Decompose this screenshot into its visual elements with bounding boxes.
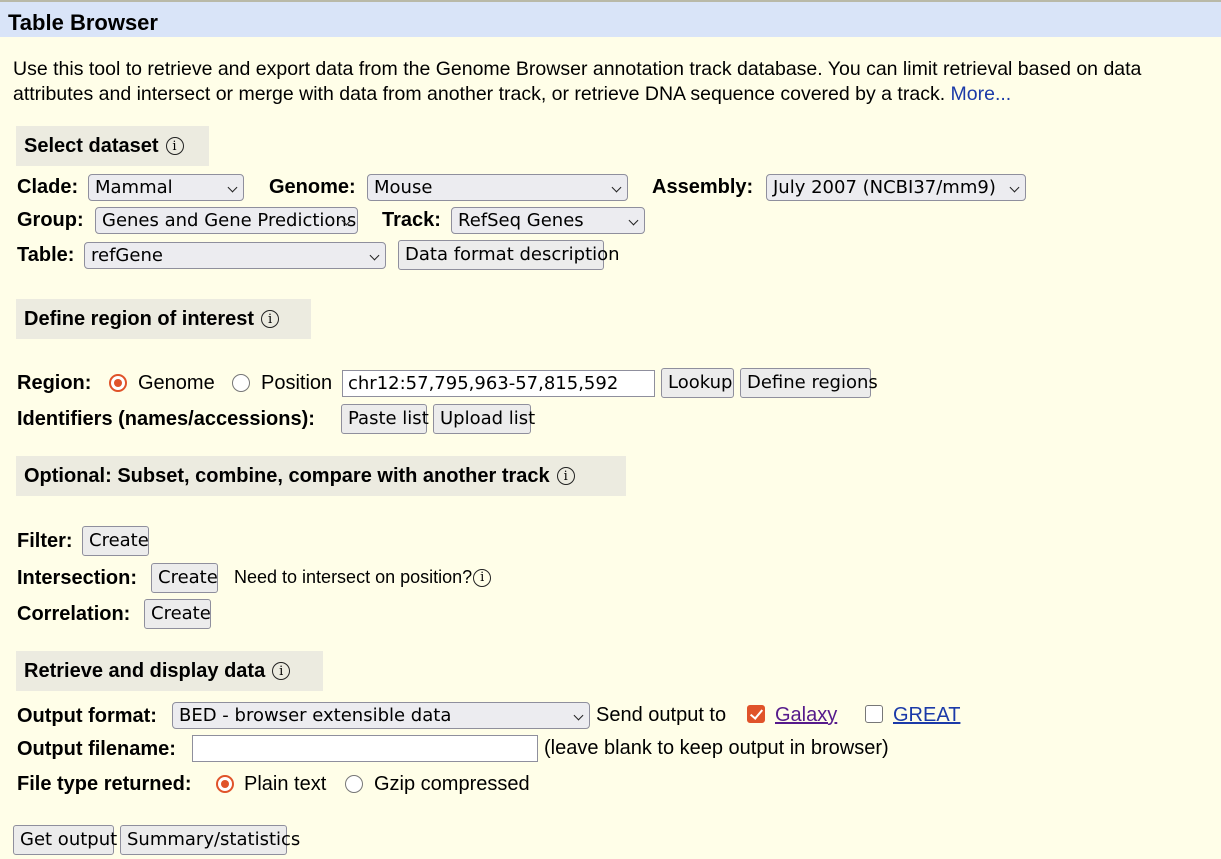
optional-header: Optional: Subset, combine, compare with … (16, 456, 626, 496)
position-radio[interactable] (232, 374, 250, 392)
intersection-create-button[interactable]: Create (151, 563, 218, 593)
retrieve-header: Retrieve and display data i (16, 651, 323, 691)
output-format-label: Output format: (17, 705, 157, 727)
great-checkbox[interactable] (865, 705, 883, 723)
genome-label: Genome: (269, 176, 356, 198)
track-select[interactable]: RefSeq Genes (451, 207, 645, 234)
clade-value: Mammal (95, 177, 173, 198)
define-regions-button[interactable]: Define regions (740, 368, 878, 398)
lookup-button[interactable]: Lookup (661, 368, 734, 398)
assembly-select[interactable]: July 2007 (NCBI37/mm9) (766, 174, 1026, 201)
file-type-label: File type returned: (17, 773, 192, 795)
clade-label: Clade: (17, 176, 79, 198)
chevron-down-icon (227, 182, 238, 193)
send-output-label: Send output to (596, 704, 727, 726)
filter-label: Filter: (17, 530, 73, 552)
intersect-note-text: Need to intersect on position? (234, 567, 473, 587)
upload-list-button[interactable]: Upload list (433, 404, 535, 434)
chevron-down-icon (573, 710, 584, 721)
info-icon[interactable]: i (165, 137, 184, 155)
gzip-radio[interactable] (345, 775, 363, 793)
output-filename-label: Output filename: (17, 738, 176, 760)
output-format-select[interactable]: BED - browser extensible data (172, 702, 590, 729)
retrieve-title: Retrieve and display data (24, 659, 266, 682)
position-input[interactable]: chr12:57,795,963-57,815,592 (342, 370, 655, 397)
info-icon[interactable]: i (261, 310, 280, 328)
info-icon[interactable]: i (473, 568, 492, 587)
plain-text-radio[interactable] (216, 775, 234, 793)
info-icon[interactable]: i (556, 467, 575, 485)
track-value: RefSeq Genes (458, 210, 584, 231)
output-format-value: BED - browser extensible data (179, 705, 452, 726)
title-bar: Table Browser (0, 0, 1221, 37)
select-dataset-header: Select dataset i (16, 126, 209, 166)
page-title: Table Browser (8, 10, 158, 35)
group-label: Group: (17, 209, 84, 231)
filename-note: (leave blank to keep output in browser) (544, 737, 889, 759)
chevron-down-icon (1009, 182, 1020, 193)
genome-value: Mouse (374, 177, 433, 198)
correlation-label: Correlation: (17, 603, 131, 625)
define-region-title: Define region of interest (24, 307, 255, 330)
group-value: Genes and Gene Predictions (102, 210, 357, 231)
clade-select[interactable]: Mammal (88, 174, 244, 201)
galaxy-link[interactable]: Galaxy (775, 704, 837, 727)
identifiers-label: Identifiers (names/accessions): (17, 408, 315, 430)
optional-title: Optional: Subset, combine, compare with … (24, 464, 550, 487)
intersect-note: Need to intersect on position? i (234, 567, 492, 588)
more-link[interactable]: More... (951, 83, 1012, 105)
data-format-description-button[interactable]: Data format description (398, 240, 620, 270)
assembly-label: Assembly: (652, 176, 754, 198)
get-output-button[interactable]: Get output (13, 825, 117, 855)
table-select[interactable]: refGene (84, 242, 386, 269)
region-label: Region: (17, 372, 92, 394)
assembly-value: July 2007 (NCBI37/mm9) (773, 177, 996, 198)
genome-radio[interactable] (109, 374, 127, 392)
output-filename-input[interactable] (192, 735, 538, 762)
track-label: Track: (382, 209, 441, 231)
chevron-down-icon (369, 250, 380, 261)
select-dataset-title: Select dataset (24, 134, 159, 157)
group-select[interactable]: Genes and Gene Predictions (95, 207, 358, 234)
plain-text-label: Plain text (244, 773, 327, 795)
great-link[interactable]: GREAT (893, 704, 960, 727)
info-icon[interactable]: i (272, 662, 291, 680)
position-radio-label: Position (261, 372, 333, 394)
table-value: refGene (91, 245, 163, 266)
chevron-down-icon (628, 215, 639, 226)
genome-select[interactable]: Mouse (367, 174, 628, 201)
galaxy-checkbox[interactable] (747, 705, 765, 723)
gzip-label: Gzip compressed (374, 773, 530, 795)
define-region-header: Define region of interest i (16, 299, 311, 339)
summary-statistics-button[interactable]: Summary/statistics (120, 825, 300, 855)
intro-text: Use this tool to retrieve and export dat… (13, 57, 1208, 107)
chevron-down-icon (611, 182, 622, 193)
intersection-label: Intersection: (17, 567, 138, 589)
genome-radio-label: Genome (138, 372, 215, 394)
filter-create-button[interactable]: Create (82, 526, 149, 556)
paste-list-button[interactable]: Paste list (341, 404, 429, 434)
table-label: Table: (17, 244, 75, 266)
correlation-create-button[interactable]: Create (144, 599, 211, 629)
